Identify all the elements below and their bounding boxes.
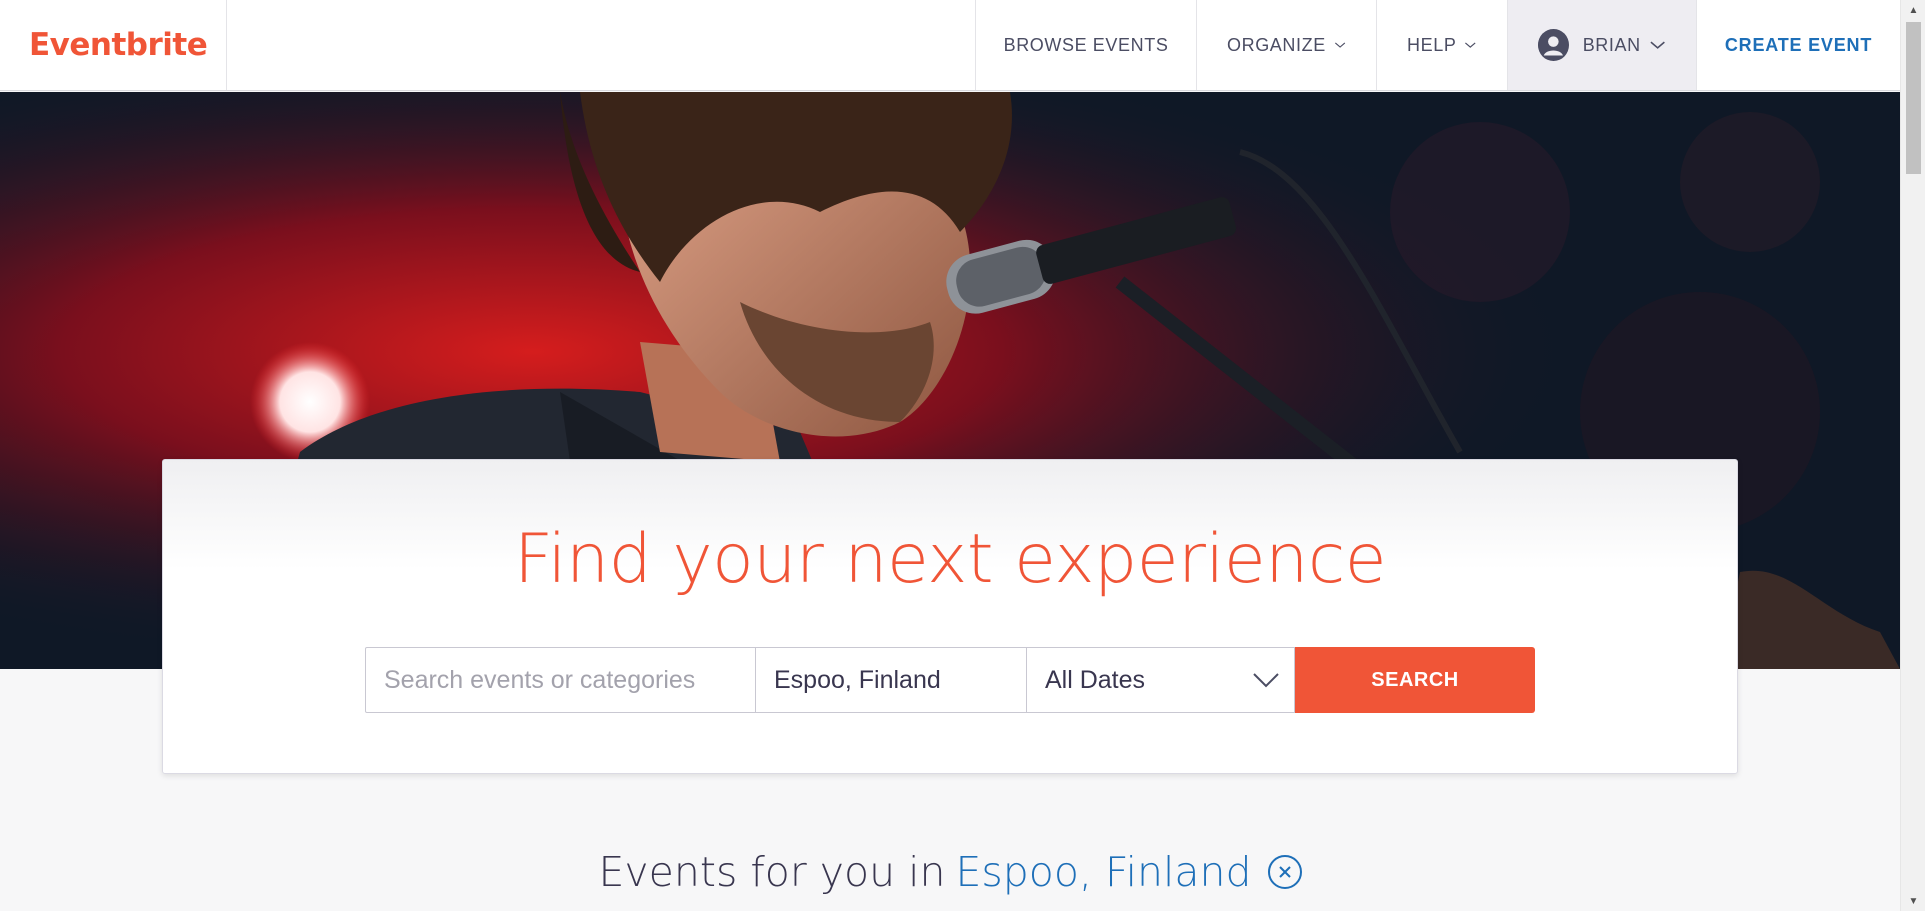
chevron-down-icon xyxy=(1253,673,1279,688)
chevron-down-icon xyxy=(1334,42,1345,48)
nav-browse-events-label: BROWSE EVENTS xyxy=(1003,34,1169,55)
close-circle-icon[interactable] xyxy=(1267,855,1302,889)
chevron-down-icon xyxy=(1465,42,1476,48)
header-spacer xyxy=(227,0,975,90)
date-select-value: All Dates xyxy=(1045,665,1146,694)
location-input[interactable]: Espoo, Finland xyxy=(756,647,1027,713)
search-form: Search events or categories Espoo, Finla… xyxy=(365,647,1535,713)
events-heading: Events for you in Espoo, Finland xyxy=(0,848,1900,896)
search-input[interactable]: Search events or categories xyxy=(365,647,756,713)
date-select[interactable]: All Dates xyxy=(1027,647,1295,713)
search-card: Find your next experience Search events … xyxy=(162,459,1738,774)
top-nav: Eventbrite BROWSE EVENTS ORGANIZE HELP B… xyxy=(0,0,1900,91)
nav-organize[interactable]: ORGANIZE xyxy=(1196,0,1376,90)
eventbrite-logo[interactable]: Eventbrite xyxy=(29,27,208,63)
avatar-icon xyxy=(1538,29,1569,61)
chevron-down-icon xyxy=(1650,41,1665,49)
scrollbar-thumb[interactable] xyxy=(1906,22,1921,174)
nav-create-event[interactable]: CREATE EVENT xyxy=(1696,0,1900,90)
search-input-placeholder: Search events or categories xyxy=(384,665,696,694)
page-title: Find your next experience xyxy=(513,520,1387,599)
events-heading-prefix: Events for you in xyxy=(598,848,946,896)
nav-help[interactable]: HELP xyxy=(1376,0,1507,90)
vertical-scrollbar[interactable]: ▲ ▼ xyxy=(1900,0,1925,911)
nav-user-menu[interactable]: BRIAN xyxy=(1507,0,1696,90)
scroll-down-arrow-icon[interactable]: ▼ xyxy=(1901,891,1925,911)
events-location-link[interactable]: Espoo, Finland xyxy=(955,848,1251,896)
nav-organize-label: ORGANIZE xyxy=(1227,34,1326,55)
nav-help-label: HELP xyxy=(1407,34,1457,55)
nav-user-label: BRIAN xyxy=(1582,34,1641,55)
search-button[interactable]: SEARCH xyxy=(1295,647,1535,713)
nav-create-event-label: CREATE EVENT xyxy=(1724,34,1873,55)
page: Eventbrite BROWSE EVENTS ORGANIZE HELP B… xyxy=(0,0,1925,911)
scroll-up-arrow-icon[interactable]: ▲ xyxy=(1901,0,1925,20)
logo-cell[interactable]: Eventbrite xyxy=(0,0,227,90)
location-input-value: Espoo, Finland xyxy=(774,665,941,694)
nav-browse-events[interactable]: BROWSE EVENTS xyxy=(975,0,1196,90)
